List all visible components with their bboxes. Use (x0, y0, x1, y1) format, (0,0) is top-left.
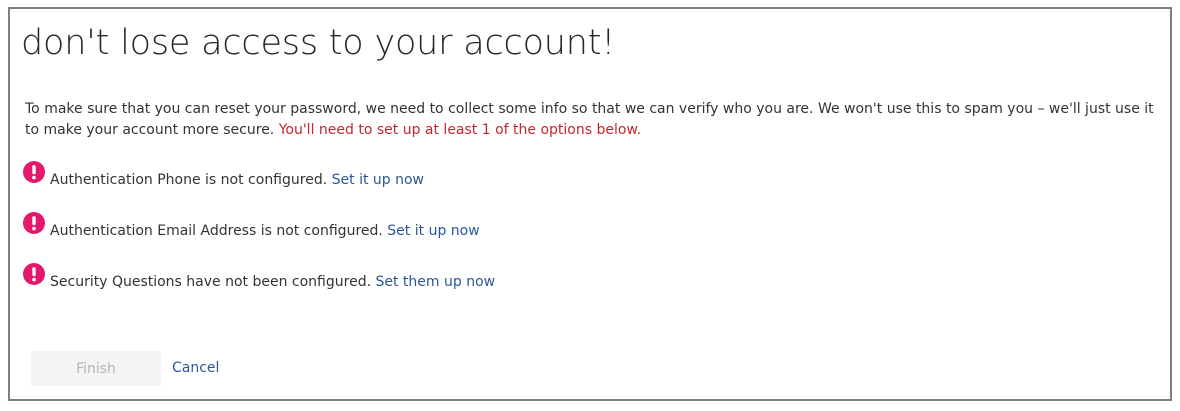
finish-button[interactable]: Finish (31, 351, 161, 386)
status-row-security-questions: Security Questions have not been configu… (23, 263, 495, 297)
page-title: don't lose access to your account! (21, 23, 616, 63)
setup-email-link[interactable]: Set it up now (387, 223, 479, 239)
status-message: Authentication Phone is not configured. (50, 172, 332, 188)
status-row-phone: Authentication Phone is not configured. … (23, 161, 424, 195)
intro-warning: You'll need to set up at least 1 of the … (278, 122, 642, 138)
cancel-link[interactable]: Cancel (172, 360, 219, 376)
intro-paragraph: To make sure that you can reset your pas… (25, 99, 1167, 141)
status-message: Security Questions have not been configu… (50, 274, 376, 290)
status-row-email: Authentication Email Address is not conf… (23, 212, 480, 246)
setup-phone-link[interactable]: Set it up now (332, 172, 424, 188)
alert-icon (23, 212, 45, 234)
status-text-email: Authentication Email Address is not conf… (50, 222, 480, 240)
status-text-security-questions: Security Questions have not been configu… (50, 273, 495, 291)
registration-panel: don't lose access to your account! To ma… (8, 7, 1172, 401)
setup-security-questions-link[interactable]: Set them up now (375, 274, 495, 290)
status-text-phone: Authentication Phone is not configured. … (50, 171, 424, 189)
status-message: Authentication Email Address is not conf… (50, 223, 388, 239)
alert-icon (23, 263, 45, 285)
alert-icon (23, 161, 45, 183)
